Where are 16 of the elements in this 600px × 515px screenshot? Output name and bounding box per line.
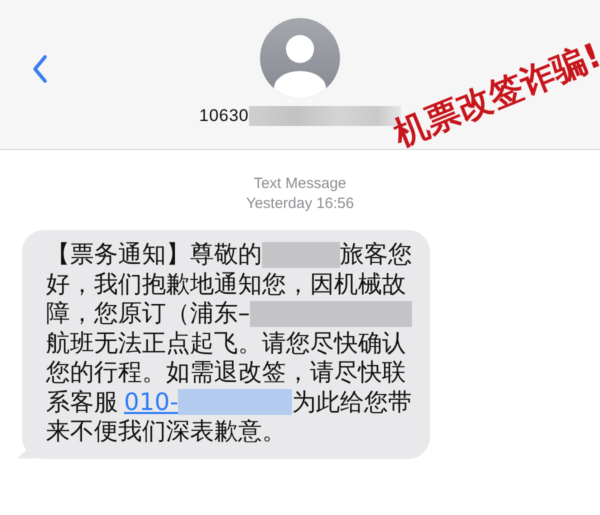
message-text: 系客服	[46, 388, 118, 417]
message-text: 好，我们抱歉地通知您，因机械故	[46, 270, 406, 299]
back-icon	[32, 54, 48, 84]
phone-link[interactable]: 010-	[124, 388, 178, 417]
warning-label: 机票改签诈骗!	[390, 38, 600, 152]
message-text: 为此给您带	[292, 388, 412, 417]
message-type-label: Text Message	[254, 174, 346, 194]
avatar-icon	[260, 18, 340, 98]
sender-number: 10630	[199, 106, 249, 126]
message-text: 障，您原订（浦东–	[46, 299, 250, 328]
message-text: 【票务通知】尊敬的	[46, 240, 262, 270]
message-text: 旅客您	[340, 240, 412, 270]
message-text: 航班无法正点起飞。请您尽快确认	[46, 328, 406, 358]
message-text: 您的行程。如需退改签，请尽快联	[46, 358, 406, 388]
message-text: 来不便我们深表歉意。	[46, 417, 286, 446]
message-time: Yesterday 16:56	[246, 194, 354, 214]
